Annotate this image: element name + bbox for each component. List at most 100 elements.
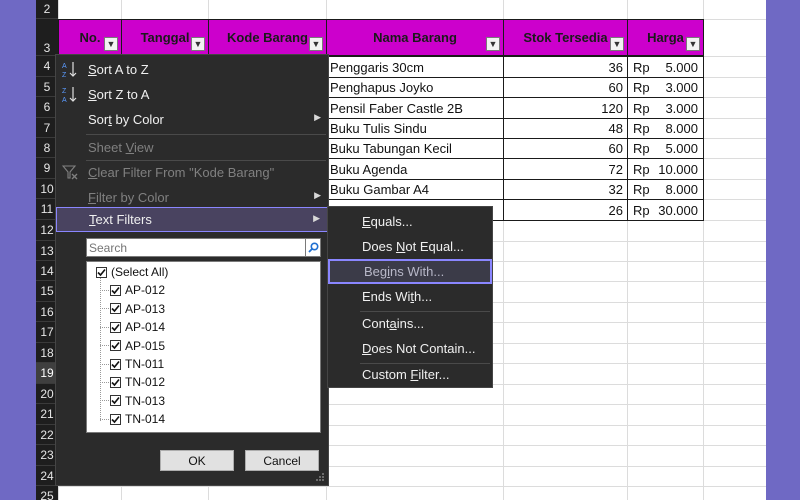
cell-stok-tersedia[interactable]: 120 — [503, 97, 628, 119]
cell-stok-tersedia[interactable]: 60 — [503, 77, 628, 98]
cell-nama-barang[interactable]: Buku Agenda — [326, 158, 504, 180]
checkbox-label: TN-012 — [125, 375, 166, 390]
cell-nama-barang[interactable]: Penghapus Joyko — [326, 77, 504, 98]
left-frame — [0, 0, 36, 500]
tree-branch — [100, 345, 109, 347]
menu-item-sort-by-color[interactable]: Sort by Color ▶ — [56, 107, 328, 132]
right-frame — [766, 0, 800, 500]
submenu-item-ends-with[interactable]: Ends With... — [328, 284, 492, 309]
checkbox-value-item[interactable]: TN-011 — [100, 355, 164, 373]
currency-label: Rp — [633, 202, 650, 218]
sort-descending-icon: ZA — [62, 85, 78, 104]
filter-dropdown-menu: AZ Sort A to Z ZA Sort Z to A Sort by Co… — [55, 54, 329, 486]
menu-item-clear-filter: Clear Filter From "Kode Barang" — [56, 160, 328, 185]
cancel-button[interactable]: Cancel — [245, 450, 319, 471]
cell-nama-barang[interactable]: Buku Tabungan Kecil — [326, 138, 504, 159]
cell-harga[interactable]: Rp 3.000 — [627, 97, 704, 119]
submenu-item-contains[interactable]: Contains... — [328, 311, 492, 336]
menu-label: Filter by Color — [88, 190, 169, 205]
currency-label: Rp — [633, 100, 650, 116]
price-value: 5.000 — [665, 141, 698, 156]
submenu-item-begins-with[interactable]: Begins With... — [328, 259, 492, 284]
price-value: 3.000 — [665, 100, 698, 116]
svg-text:A: A — [62, 63, 67, 70]
submenu-label: Equals... — [362, 214, 413, 229]
search-icon — [307, 242, 319, 253]
resize-grip-icon[interactable] — [315, 472, 325, 482]
checkbox-select-all[interactable]: (Select All) — [96, 263, 168, 281]
submenu-label: Ends With... — [362, 289, 433, 304]
row-header-3[interactable]: 3 — [36, 19, 58, 56]
cell-stok-tersedia[interactable]: 32 — [503, 179, 628, 200]
checkbox-value-item[interactable]: TN-014 — [100, 410, 165, 428]
checkmark-icon — [110, 340, 121, 352]
checkmark-icon — [110, 395, 121, 407]
checkmark-icon — [110, 413, 121, 425]
cell-harga[interactable]: Rp 5.000 — [627, 138, 704, 159]
currency-label: Rp — [633, 80, 650, 95]
submenu-arrow-icon: ▶ — [313, 213, 320, 223]
row-header-2[interactable]: 2 — [36, 0, 58, 19]
menu-item-text-filters[interactable]: Text Filters ▶ — [56, 207, 328, 232]
filter-dropdown-button[interactable]: ▼ — [686, 37, 700, 51]
checkbox-label: TN-013 — [125, 393, 166, 408]
price-value: 10.000 — [658, 161, 698, 177]
header-label: Harga — [647, 30, 684, 45]
menu-label: Sort by Color — [88, 112, 164, 127]
cell-nama-barang[interactable]: Buku Gambar A4 — [326, 179, 504, 200]
header-nama-barang[interactable]: Nama Barang — [326, 19, 504, 56]
submenu-item-custom-filter[interactable]: Custom Filter... — [328, 362, 492, 387]
checkbox-value-item[interactable]: AP-013 — [100, 300, 165, 318]
checkbox-label: (Select All) — [111, 265, 169, 279]
cell-nama-barang[interactable]: Penggaris 30cm — [326, 56, 504, 78]
row-header-25[interactable]: 25 — [36, 486, 58, 500]
submenu-item-does-not-contain[interactable]: Does Not Contain... — [328, 336, 492, 361]
cell-stok-tersedia[interactable]: 60 — [503, 138, 628, 159]
menu-item-sort-z-a[interactable]: ZA Sort Z to A — [56, 82, 328, 107]
checkbox-label: AP-012 — [125, 283, 166, 298]
cell-harga[interactable]: Rp 10.000 — [627, 158, 704, 180]
checkmark-icon — [110, 321, 121, 333]
submenu-item-does-not-equal[interactable]: Does Not Equal... — [328, 234, 492, 259]
price-value: 3.000 — [665, 80, 698, 95]
submenu-label: Contains... — [362, 316, 425, 331]
cell-stok-tersedia[interactable]: 48 — [503, 118, 628, 139]
cell-harga[interactable]: Rp 8.000 — [627, 118, 704, 139]
grid-row-line — [58, 486, 766, 487]
checkbox-value-item[interactable]: TN-012 — [100, 373, 165, 391]
checkbox-value-item[interactable]: AP-014 — [100, 318, 165, 336]
filter-dropdown-button[interactable]: ▼ — [610, 37, 624, 51]
cell-harga[interactable]: Rp 30.000 — [627, 199, 704, 221]
cell-harga[interactable]: Rp 5.000 — [627, 56, 704, 78]
cell-stok-tersedia[interactable]: 26 — [503, 199, 628, 221]
filter-dropdown-button[interactable]: ▼ — [309, 37, 323, 51]
cell-stok-tersedia[interactable]: 72 — [503, 158, 628, 180]
cell-stok-tersedia[interactable]: 36 — [503, 56, 628, 78]
submenu-label: Does Not Contain... — [362, 341, 476, 356]
filter-dropdown-button[interactable]: ▼ — [191, 37, 205, 51]
cell-nama-barang[interactable]: Pensil Faber Castle 2B — [326, 97, 504, 119]
currency-label: Rp — [633, 161, 650, 177]
cell-nama-barang[interactable]: Buku Tulis Sindu — [326, 118, 504, 139]
currency-label: Rp — [633, 59, 650, 75]
checkbox-value-item[interactable]: AP-012 — [100, 281, 165, 299]
filter-dropdown-button[interactable]: ▼ — [104, 37, 118, 51]
currency-label: Rp — [633, 182, 650, 197]
cell-harga[interactable]: Rp 3.000 — [627, 77, 704, 98]
checkbox-label: TN-011 — [125, 357, 165, 371]
search-input[interactable] — [86, 238, 306, 257]
submenu-item-equals[interactable]: Equals... — [328, 209, 492, 234]
tree-branch — [100, 363, 109, 365]
cell-harga[interactable]: Rp 8.000 — [627, 179, 704, 200]
checkbox-value-item[interactable]: AP-015 — [100, 337, 165, 355]
checkbox-value-item[interactable]: TN-013 — [100, 392, 165, 410]
price-value: 5.000 — [665, 59, 698, 75]
header-label: Stok Tersedia — [523, 30, 608, 45]
search-button[interactable] — [306, 238, 321, 257]
checkmark-icon — [110, 303, 121, 315]
ok-button[interactable]: OK — [160, 450, 234, 471]
filter-dropdown-button[interactable]: ▼ — [486, 37, 500, 51]
menu-item-sort-a-z[interactable]: AZ Sort A to Z — [56, 57, 328, 82]
menu-label: Clear Filter From "Kode Barang" — [88, 165, 275, 180]
clear-filter-icon — [61, 163, 78, 181]
